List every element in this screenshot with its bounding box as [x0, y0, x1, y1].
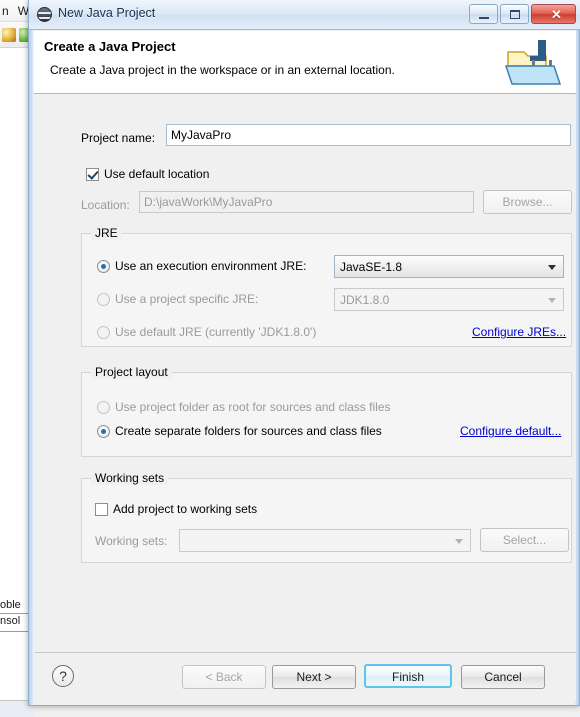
add-to-working-sets-checkbox[interactable]	[95, 503, 108, 516]
use-default-location-label: Use default location	[104, 167, 210, 181]
project-name-input[interactable]	[166, 124, 571, 146]
help-icon[interactable]: ?	[52, 665, 74, 687]
configure-default-link[interactable]: Configure default...	[460, 424, 561, 438]
background-tab-problems[interactable]: oble	[0, 599, 21, 611]
radio-project-folder-root[interactable]	[97, 401, 110, 414]
working-sets-group-title: Working sets	[91, 471, 169, 485]
page-description: Create a Java project in the workspace o…	[50, 63, 395, 77]
window-controls: ✕	[469, 4, 576, 24]
radio-default-jre[interactable]	[97, 326, 110, 339]
project-specific-jre-combo[interactable]: JDK1.8.0	[334, 288, 564, 311]
maximize-button[interactable]	[500, 4, 529, 24]
execution-environment-combo[interactable]: JavaSE-1.8	[334, 255, 564, 278]
chevron-down-icon	[548, 265, 556, 270]
wizard-body: Project name: Use default location Locat…	[34, 95, 576, 651]
close-button[interactable]: ✕	[531, 4, 576, 24]
dialog-titlebar: New Java Project ✕	[29, 0, 580, 30]
add-to-working-sets-label: Add project to working sets	[113, 502, 258, 516]
execution-environment-value: JavaSE-1.8	[340, 260, 403, 274]
dialog-footer: ? < Back Next > Finish Cancel	[34, 652, 576, 701]
browse-button[interactable]: Browse...	[483, 190, 572, 214]
close-icon: ✕	[551, 7, 562, 22]
background-tab-console[interactable]: nsol	[0, 615, 20, 627]
radio-project-specific-jre[interactable]	[97, 293, 110, 306]
chevron-down-icon	[455, 539, 463, 544]
project-folder-root-label: Use project folder as root for sources a…	[115, 400, 391, 414]
chevron-down-icon	[548, 298, 556, 303]
wizard-header: Create a Java Project Create a Java proj…	[34, 31, 576, 94]
toolbar-run-icon[interactable]	[2, 28, 16, 42]
page-title: Create a Java Project	[44, 39, 176, 54]
cancel-button[interactable]: Cancel	[461, 665, 545, 689]
maximize-icon	[510, 10, 520, 19]
separate-folders-label: Create separate folders for sources and …	[115, 424, 382, 438]
project-layout-group: Project layout Use project folder as roo…	[81, 365, 572, 457]
back-button[interactable]: < Back	[182, 665, 266, 689]
dialog-title: New Java Project	[58, 6, 156, 20]
radio-separate-folders[interactable]	[97, 425, 110, 438]
execution-environment-jre-label: Use an execution environment JRE:	[115, 259, 307, 273]
use-default-location-checkbox[interactable]	[86, 168, 99, 181]
configure-jres-link[interactable]: Configure JREs...	[472, 325, 566, 339]
working-sets-combo[interactable]	[179, 529, 471, 552]
jre-group: JRE Use an execution environment JRE: Ja…	[81, 226, 572, 347]
project-specific-jre-value: JDK1.8.0	[340, 293, 390, 307]
next-button[interactable]: Next >	[272, 665, 356, 689]
dialog-frame-left	[29, 0, 33, 705]
eclipse-icon	[37, 7, 52, 22]
java-project-wizard-icon	[504, 40, 562, 85]
working-sets-group: Working sets Add project to working sets…	[81, 471, 572, 563]
new-java-project-dialog: New Java Project ✕ Create a Java Project…	[28, 0, 580, 706]
project-layout-group-title: Project layout	[91, 365, 172, 379]
minimize-icon	[479, 17, 489, 19]
project-specific-jre-label: Use a project specific JRE:	[115, 292, 259, 306]
jre-group-title: JRE	[91, 226, 122, 240]
location-input[interactable]	[139, 191, 474, 213]
default-jre-label: Use default JRE (currently 'JDK1.8.0')	[115, 325, 317, 339]
finish-button[interactable]: Finish	[364, 664, 452, 688]
select-working-sets-button[interactable]: Select...	[480, 528, 569, 552]
radio-execution-environment-jre[interactable]	[97, 260, 110, 273]
location-label: Location:	[81, 198, 130, 212]
background-menu-item-0[interactable]: n	[2, 4, 9, 18]
working-sets-label: Working sets:	[95, 534, 168, 548]
project-name-label: Project name:	[81, 131, 156, 145]
minimize-button[interactable]	[469, 4, 498, 24]
